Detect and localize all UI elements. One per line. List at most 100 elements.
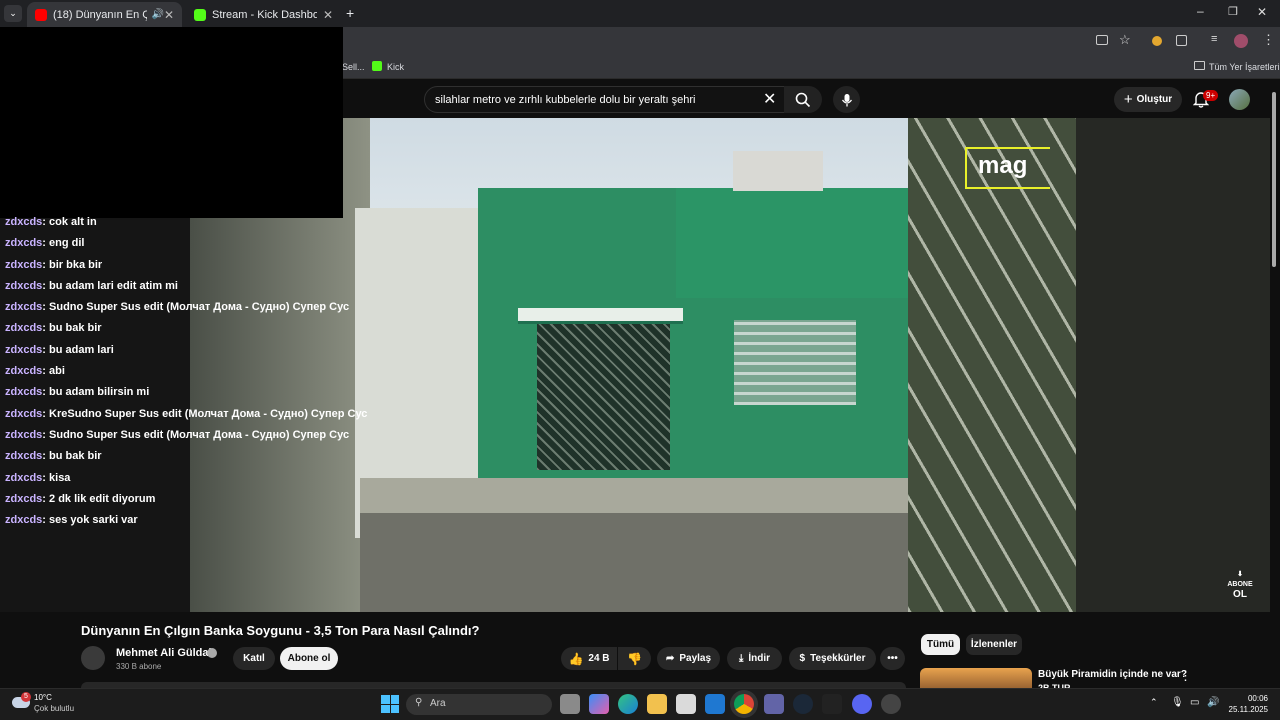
restore-button[interactable]: ❐ bbox=[1228, 5, 1238, 18]
chat-user: zdxcds bbox=[5, 301, 43, 314]
folder-icon bbox=[1194, 61, 1205, 70]
new-tab-button[interactable]: + bbox=[346, 5, 354, 21]
edge-icon[interactable] bbox=[618, 694, 638, 714]
clock-date: 25.11.2025 bbox=[1228, 705, 1268, 714]
dislike-button[interactable]: 👎 bbox=[618, 647, 651, 670]
bookmark-sell[interactable]: Sell... bbox=[342, 62, 365, 72]
tab-search-button[interactable]: ⌄ bbox=[4, 5, 22, 22]
outlook-icon[interactable] bbox=[705, 694, 725, 714]
channel-name[interactable]: Mehmet Ali Güldal bbox=[116, 647, 212, 659]
verified-icon bbox=[207, 648, 217, 658]
profile-avatar[interactable] bbox=[1234, 34, 1248, 48]
shop-awning bbox=[518, 308, 683, 324]
close-tab-icon[interactable]: ✕ bbox=[164, 8, 174, 22]
metal-gate bbox=[537, 323, 670, 470]
speaker-icon: 🔊 bbox=[151, 9, 164, 20]
chat-user: zdxcds bbox=[5, 322, 43, 335]
thanks-button[interactable]: $ Teşekkürler bbox=[789, 647, 876, 670]
chat-message: zdxcds: bu bak bir bbox=[5, 318, 385, 339]
taskbar-search[interactable]: ⚲ Ara bbox=[406, 694, 552, 715]
chrome-icon[interactable] bbox=[734, 694, 754, 714]
reading-list-icon[interactable]: ≡ bbox=[1211, 33, 1217, 45]
volume-icon[interactable]: 🔊 bbox=[1207, 697, 1219, 708]
extension-icon[interactable] bbox=[1152, 36, 1162, 46]
plus-icon: + bbox=[1123, 91, 1133, 108]
extensions-puzzle-icon[interactable] bbox=[1176, 35, 1187, 46]
clock[interactable]: 00:06 25.11.2025 bbox=[1228, 693, 1268, 715]
create-button[interactable]: + Oluştur bbox=[1114, 87, 1182, 112]
start-button[interactable] bbox=[381, 695, 399, 713]
game-app-icon[interactable] bbox=[822, 694, 842, 714]
minimize-button[interactable]: – bbox=[1197, 4, 1204, 18]
join-button[interactable]: Katıl bbox=[233, 647, 275, 670]
steam-icon[interactable] bbox=[793, 694, 813, 714]
next-video-title[interactable]: Büyük Piramidin içinde ne var? bbox=[1038, 669, 1187, 680]
task-view-icon[interactable] bbox=[560, 694, 580, 714]
microphone-tray-icon[interactable]: 🎙 bbox=[1171, 697, 1184, 708]
subscribe-button[interactable]: Abone ol bbox=[280, 647, 338, 670]
tab-youtube[interactable]: (18) Dünyanın En Çılgın Ban... 🔊 ✕ bbox=[27, 2, 182, 27]
search-button[interactable] bbox=[784, 86, 822, 113]
more-actions-button[interactable]: ••• bbox=[880, 647, 905, 670]
channel-watermark: mag bbox=[978, 152, 1028, 179]
bookmark-kick[interactable]: Kick bbox=[387, 62, 404, 72]
weather-badge: 5 bbox=[21, 692, 31, 702]
right-fence bbox=[908, 118, 1076, 612]
chip-watched[interactable]: İzlenenler bbox=[966, 634, 1022, 655]
teams-icon[interactable] bbox=[764, 694, 784, 714]
chat-user: zdxcds bbox=[5, 386, 43, 399]
bookmark-all[interactable]: Tüm Yer İşaretleri bbox=[1209, 62, 1280, 72]
chat-user: zdxcds bbox=[5, 343, 43, 356]
store-icon[interactable] bbox=[676, 694, 696, 714]
tab-kick-dashboard[interactable]: Stream - Kick Dashboard ✕ bbox=[186, 2, 341, 27]
chat-message: zdxcds: bu adam lari bbox=[5, 340, 385, 361]
search-icon: ⚲ bbox=[415, 697, 423, 708]
like-count: 24 B bbox=[588, 653, 610, 664]
chat-message: zdxcds: 2 dk lik edit diyorum bbox=[5, 489, 385, 510]
next-video-thumbnail[interactable] bbox=[920, 668, 1032, 688]
recording-app-icon[interactable] bbox=[881, 694, 901, 714]
chat-text: : bu adam lari edit atim mi bbox=[42, 279, 178, 292]
chat-user: zdxcds bbox=[5, 216, 43, 228]
copilot-icon[interactable] bbox=[589, 694, 609, 714]
search-input[interactable]: silahlar metro ve zırhlı kubbelerle dolu… bbox=[424, 86, 786, 113]
chat-user: zdxcds bbox=[5, 365, 43, 378]
download-icon: ⤓ bbox=[738, 653, 744, 664]
install-app-icon[interactable] bbox=[1096, 35, 1108, 45]
road bbox=[360, 513, 920, 612]
channel-avatar[interactable] bbox=[81, 646, 105, 670]
file-explorer-icon[interactable] bbox=[647, 694, 667, 714]
arrow-down-icon: ⬇ bbox=[1237, 571, 1243, 578]
tab-label: Stream - Kick Dashboard bbox=[212, 8, 317, 21]
page-scrollbar[interactable] bbox=[1272, 92, 1276, 267]
chat-message: zdxcds: bu adam bilirsin mi bbox=[5, 382, 385, 403]
next-video-menu-icon[interactable]: ⋮ bbox=[1179, 668, 1192, 684]
chat-message: zdxcds: bu bak bir bbox=[5, 446, 385, 467]
browser-menu-icon[interactable]: ⋮ bbox=[1262, 32, 1275, 48]
chip-all[interactable]: Tümü bbox=[921, 634, 960, 655]
chat-text: : cok alt in bbox=[42, 216, 97, 228]
voice-search-button[interactable] bbox=[833, 86, 860, 113]
subscribe-overlay[interactable]: ⬇ ABONE OL bbox=[1224, 570, 1256, 600]
kick-icon bbox=[194, 8, 206, 21]
chat-text: : bu bak bir bbox=[42, 450, 102, 463]
chat-user: zdxcds bbox=[5, 428, 43, 441]
download-button[interactable]: ⤓ İndir bbox=[727, 647, 782, 670]
network-icon[interactable]: ▭ bbox=[1190, 697, 1199, 708]
chat-user: zdxcds bbox=[5, 237, 43, 250]
share-button[interactable]: ➦ Paylaş bbox=[657, 647, 720, 670]
chat-message: zdxcds: bu adam lari edit atim mi bbox=[5, 276, 385, 297]
tray-chevron-icon[interactable]: ⌃ bbox=[1150, 697, 1158, 708]
weather-widget[interactable]: 5 10°C Çok bulutlu bbox=[10, 691, 90, 717]
chat-user: zdxcds bbox=[5, 279, 43, 292]
discord-icon[interactable] bbox=[852, 694, 872, 714]
subscribe-label: Abone ol bbox=[287, 653, 331, 664]
close-tab-icon[interactable]: ✕ bbox=[323, 8, 333, 22]
chat-user: zdxcds bbox=[5, 258, 43, 271]
close-window-button[interactable]: ✕ bbox=[1257, 5, 1267, 19]
clear-search-icon[interactable]: ✕ bbox=[763, 89, 776, 109]
account-avatar[interactable] bbox=[1229, 89, 1250, 110]
like-button[interactable]: 👍 24 B bbox=[561, 647, 617, 670]
bookmark-star-icon[interactable]: ☆ bbox=[1119, 32, 1131, 48]
chat-message: zdxcds: Sudno Super Sus edit (Молчат Дом… bbox=[5, 297, 385, 318]
